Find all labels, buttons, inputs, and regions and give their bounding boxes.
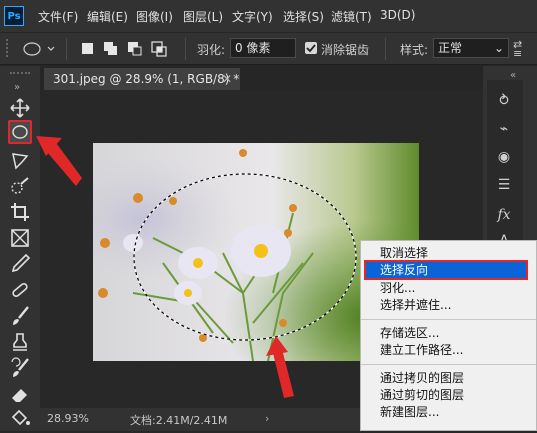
- antialias-label: 消除锯齿: [321, 43, 370, 57]
- brush-icon: [13, 306, 29, 325]
- selection-mode-group[interactable]: [80, 40, 176, 58]
- antialias-checkbox[interactable]: [305, 42, 317, 54]
- frame-icon: [11, 229, 29, 247]
- chevron-down-icon: ⌄: [493, 41, 504, 55]
- history-brush-tool[interactable]: [8, 356, 32, 380]
- move-icon: [10, 98, 30, 118]
- move-tool[interactable]: [8, 96, 32, 120]
- subtract-from-selection-icon: [128, 42, 142, 56]
- menu-type[interactable]: 文字(Y): [232, 8, 273, 25]
- new-selection-icon: [82, 43, 93, 54]
- menu-filter[interactable]: 滤镜(T): [331, 8, 372, 25]
- quick-select-icon: [11, 177, 29, 194]
- lasso-tool[interactable]: [8, 148, 32, 172]
- healing-icon: [12, 282, 28, 298]
- zoom-level[interactable]: 28.93%: [47, 412, 89, 425]
- history-panel-icon[interactable]: ⥁: [493, 90, 515, 112]
- menu-item-deselect[interactable]: 取消选择: [380, 244, 428, 262]
- tool-preset-picker[interactable]: [22, 40, 56, 58]
- ellipse-preset-icon: [23, 42, 41, 56]
- color-panel-icon[interactable]: ◉: [493, 146, 515, 168]
- menu-item-new-layer[interactable]: 新建图层...: [380, 403, 439, 421]
- frame-tool[interactable]: [8, 226, 32, 250]
- menu-item-layer-via-copy[interactable]: 通过拷贝的图层: [380, 369, 464, 387]
- history-brush-icon: [11, 357, 29, 377]
- toolbar-grip-icon: [10, 72, 30, 78]
- crop-icon: [11, 203, 29, 221]
- healing-brush-tool[interactable]: [8, 278, 32, 302]
- menu-separator: [361, 364, 536, 365]
- stamp-icon: [13, 333, 27, 351]
- menu-item-save-selection[interactable]: 存储选区...: [380, 324, 439, 342]
- status-menu-chevron-icon[interactable]: ›: [265, 412, 269, 425]
- menu-layer[interactable]: 图层(L): [183, 8, 223, 25]
- elliptical-marquee-icon: [12, 125, 28, 139]
- add-to-selection-icon: [104, 42, 117, 55]
- style-label: 样式:: [400, 43, 429, 57]
- chevron-down-icon: [47, 46, 55, 51]
- options-grip-icon: [6, 39, 12, 57]
- close-icon[interactable]: ✕: [222, 73, 234, 85]
- styles-panel-icon[interactable]: fx: [493, 204, 515, 226]
- paint-bucket-tool[interactable]: [8, 406, 32, 430]
- eraser-tool[interactable]: [8, 382, 32, 406]
- quick-selection-tool[interactable]: [8, 174, 32, 198]
- collapse-icon[interactable]: »: [14, 82, 20, 93]
- photoshop-logo-icon: Ps: [4, 6, 24, 26]
- menu-image[interactable]: 图像(I): [136, 8, 173, 25]
- checkmark-icon: [306, 44, 316, 53]
- menu-item-make-work-path[interactable]: 建立工作路径...: [380, 341, 463, 359]
- eraser-icon: [12, 389, 27, 402]
- document-tab[interactable]: 301.jpeg @ 28.9% (1, RGB/8) *: [44, 68, 240, 90]
- feather-label: 羽化:: [197, 43, 226, 57]
- menu-item-select-and-mask[interactable]: 选择并遮住...: [380, 296, 451, 314]
- style-select-value: 正常: [438, 41, 463, 55]
- crop-tool[interactable]: [8, 200, 32, 224]
- intersect-selection-icon: [151, 41, 167, 57]
- paths-panel-icon[interactable]: ⌁: [493, 118, 515, 140]
- swap-dimensions-icon[interactable]: ⇄ ≡: [513, 39, 533, 59]
- adjustments-panel-icon[interactable]: ☰: [493, 174, 515, 196]
- clone-stamp-tool[interactable]: [8, 330, 32, 354]
- menu-select[interactable]: 选择(S): [283, 8, 324, 25]
- style-select[interactable]: 正常 ⌄: [433, 38, 509, 58]
- paint-bucket-icon: [11, 409, 30, 426]
- menu-3d[interactable]: 3D(D): [380, 8, 415, 22]
- elliptical-marquee-tool[interactable]: [8, 120, 32, 144]
- brush-tool[interactable]: [8, 304, 32, 328]
- menu-file[interactable]: 文件(F): [38, 8, 78, 25]
- menu-item-select-inverse[interactable]: 选择反向: [380, 261, 428, 279]
- menu-item-feather[interactable]: 羽化...: [380, 279, 415, 297]
- feather-input[interactable]: 0 像素: [230, 38, 296, 58]
- document-size: 文档:2.41M/2.41M: [130, 414, 228, 427]
- eyedropper-tool[interactable]: [8, 252, 32, 276]
- menu-separator: [361, 319, 536, 320]
- menu-edit[interactable]: 编辑(E): [87, 8, 128, 25]
- menu-item-layer-via-cut[interactable]: 通过剪切的图层: [380, 386, 464, 404]
- lasso-icon: [12, 153, 29, 170]
- eyedropper-icon: [11, 253, 31, 273]
